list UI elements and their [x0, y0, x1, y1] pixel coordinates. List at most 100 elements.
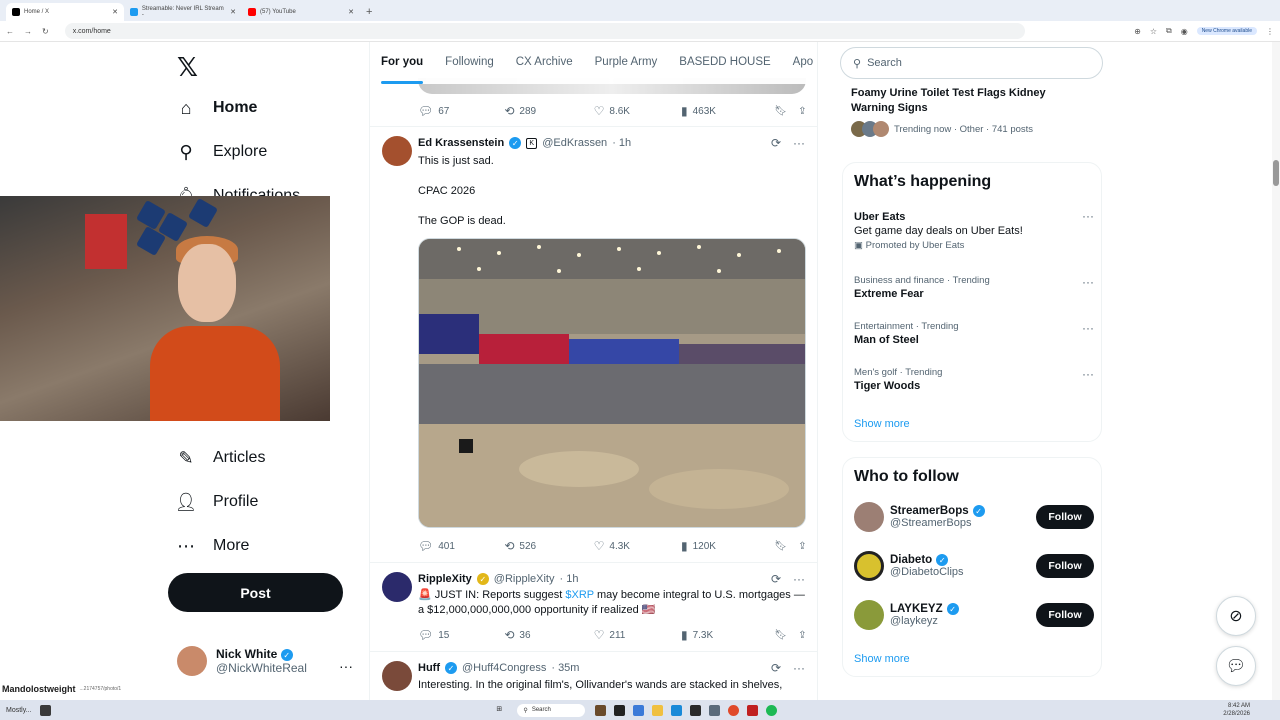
trend-item[interactable]: Entertainment · Trending Man of Steel ··…	[854, 321, 1094, 346]
repost-button[interactable]: ⟲ 36	[504, 628, 593, 642]
extensions-icon[interactable]: ⧉	[1166, 26, 1172, 36]
trend-item[interactable]: Uber Eats Get game day deals on Uber Eat…	[854, 209, 1094, 251]
avatar[interactable]	[382, 661, 412, 691]
tweet-author-handle[interactable]: @RippleXity	[494, 573, 555, 585]
tweet-time[interactable]: · 1h	[560, 573, 579, 585]
tab-for-you[interactable]: For you	[370, 42, 434, 84]
browser-tab-youtube[interactable]: (57) YouTube ✕	[242, 3, 360, 21]
trending-now-item[interactable]: Foamy Urine Toilet Test Flags Kidney War…	[851, 84, 1091, 137]
weather-widget[interactable]: Mostly...	[6, 707, 32, 714]
app-icon[interactable]	[614, 704, 626, 716]
views-button[interactable]: ▮ 120K	[681, 539, 774, 553]
browser-tab-streamable[interactable]: Streamable: Never IRL Stream - ✕	[124, 3, 242, 21]
tab-apo[interactable]: Apo	[782, 42, 817, 84]
app-icon[interactable]	[747, 704, 759, 716]
tweet-author-name[interactable]: RippleXity	[418, 573, 472, 585]
more-dots-icon[interactable]: ···	[339, 658, 353, 674]
more-dots-icon[interactable]: ···	[1082, 367, 1094, 381]
repost-button[interactable]: ⟲ 289	[504, 104, 593, 118]
cashtag-link[interactable]: $XRP	[565, 589, 594, 601]
tab-following[interactable]: Following	[434, 42, 505, 84]
clock-time[interactable]: 8:42 AM	[1228, 703, 1250, 709]
chrome-icon[interactable]	[728, 704, 740, 716]
bookmark-star-icon[interactable]: ☆	[1150, 27, 1157, 36]
close-tab-icon[interactable]: ✕	[230, 8, 236, 16]
new-chrome-badge[interactable]: New Chrome available	[1196, 27, 1257, 35]
folder-icon[interactable]	[652, 704, 664, 716]
page-scrollbar[interactable]	[1272, 42, 1280, 702]
share-icon[interactable]: ⇪	[798, 630, 808, 641]
nav-explore[interactable]: ⚲ Explore	[176, 138, 267, 166]
grok-icon[interactable]: ⟳	[771, 136, 781, 150]
reply-button[interactable]: 💬︎ 15	[418, 628, 504, 642]
x-logo-icon[interactable]: 𝕏	[177, 52, 198, 83]
bookmark-icon[interactable]: 🔖︎	[774, 541, 798, 552]
grok-icon[interactable]: ⟳	[771, 661, 781, 675]
grok-icon[interactable]: ⟳	[771, 572, 781, 586]
menu-dots-icon[interactable]: ⋮	[1266, 27, 1274, 36]
follow-button[interactable]: Follow	[1036, 554, 1094, 578]
new-tab-button[interactable]: +	[366, 3, 372, 21]
show-more-link[interactable]: Show more	[854, 653, 910, 665]
more-dots-icon[interactable]: ···	[793, 572, 805, 586]
nav-more[interactable]: ⋯ More	[176, 532, 249, 560]
account-switcher[interactable]: Nick White ✓ @NickWhiteReal ···	[177, 646, 357, 676]
tweet-time[interactable]: · 35m	[551, 662, 579, 674]
tweet-media-photo[interactable]	[418, 238, 806, 528]
reply-button[interactable]: 💬︎ 401	[418, 539, 504, 553]
tab-cx-archive[interactable]: CX Archive	[505, 42, 584, 84]
grok-float-icon[interactable]: ⊘	[1216, 596, 1256, 636]
tweet-time[interactable]: · 1h	[612, 137, 631, 149]
follow-suggestion[interactable]: Diabeto ✓ @DiabetoClips Follow	[854, 551, 1094, 581]
reply-button[interactable]: 💬︎ 67	[418, 104, 504, 118]
zoom-icon[interactable]: ⊕	[1134, 27, 1141, 36]
share-icon[interactable]: ⇪	[798, 106, 808, 117]
browser-tab-x-home[interactable]: Home / X ✕	[6, 3, 124, 21]
views-button[interactable]: ▮ 7.3K	[681, 628, 774, 642]
more-dots-icon[interactable]: ···	[793, 661, 805, 675]
tweet-author-handle[interactable]: @EdKrassen	[542, 137, 607, 149]
back-icon[interactable]: ←	[6, 27, 14, 36]
tweet-author-handle[interactable]: @Huff4Congress	[462, 662, 546, 674]
post-button[interactable]: Post	[168, 573, 343, 612]
scrollbar-thumb[interactable]	[1273, 160, 1279, 186]
close-tab-icon[interactable]: ✕	[348, 8, 354, 16]
taskbar-search[interactable]: ⚲ Search	[517, 703, 586, 717]
trend-item[interactable]: Men's golf · Trending Tiger Woods ···	[854, 367, 1094, 392]
avatar[interactable]	[382, 136, 412, 166]
more-dots-icon[interactable]: ···	[1082, 209, 1094, 223]
like-button[interactable]: ♡ 4.3K	[594, 539, 681, 553]
url-field[interactable]: x.com/home	[64, 23, 1025, 39]
clock-date[interactable]: 2/28/2026	[1223, 711, 1250, 717]
follow-suggestion[interactable]: StreamerBops ✓ @StreamerBops Follow	[854, 502, 1094, 532]
follow-button[interactable]: Follow	[1036, 505, 1094, 529]
tab-purple-army[interactable]: Purple Army	[584, 42, 669, 84]
more-dots-icon[interactable]: ···	[1082, 275, 1094, 289]
nav-articles[interactable]: ✎ Articles	[176, 444, 265, 472]
follow-suggestion[interactable]: LAYKEYZ ✓ @laykeyz Follow	[854, 600, 1094, 630]
more-dots-icon[interactable]: ···	[793, 136, 805, 150]
app-icon[interactable]	[595, 704, 607, 716]
tweet-author-name[interactable]: Huff	[418, 662, 440, 674]
repost-button[interactable]: ⟲ 526	[504, 539, 593, 553]
app-icon[interactable]	[690, 704, 702, 716]
messages-float-icon[interactable]: 💬︎	[1216, 646, 1256, 686]
bookmark-icon[interactable]: 🔖︎	[774, 106, 798, 117]
spotify-icon[interactable]	[766, 704, 778, 716]
edge-icon[interactable]	[671, 704, 683, 716]
more-dots-icon[interactable]: ···	[1082, 321, 1094, 335]
close-tab-icon[interactable]: ✕	[112, 8, 118, 16]
reload-icon[interactable]: ↻	[42, 27, 49, 36]
trend-item[interactable]: Business and finance · Trending Extreme …	[854, 275, 1094, 300]
follow-button[interactable]: Follow	[1036, 603, 1094, 627]
bookmark-icon[interactable]: 🔖︎	[774, 630, 798, 641]
tab-basedd-house[interactable]: BASEDD HOUSE	[668, 42, 781, 84]
app-icon[interactable]	[633, 704, 645, 716]
app-icon[interactable]	[39, 704, 51, 716]
show-more-link[interactable]: Show more	[854, 418, 910, 430]
like-button[interactable]: ♡ 211	[594, 628, 681, 642]
profile-icon[interactable]: ◉	[1181, 27, 1188, 36]
like-button[interactable]: ♡ 8.6K	[594, 104, 681, 118]
views-button[interactable]: ▮ 463K	[681, 104, 774, 118]
search-input[interactable]: ⚲ Search	[840, 47, 1103, 79]
